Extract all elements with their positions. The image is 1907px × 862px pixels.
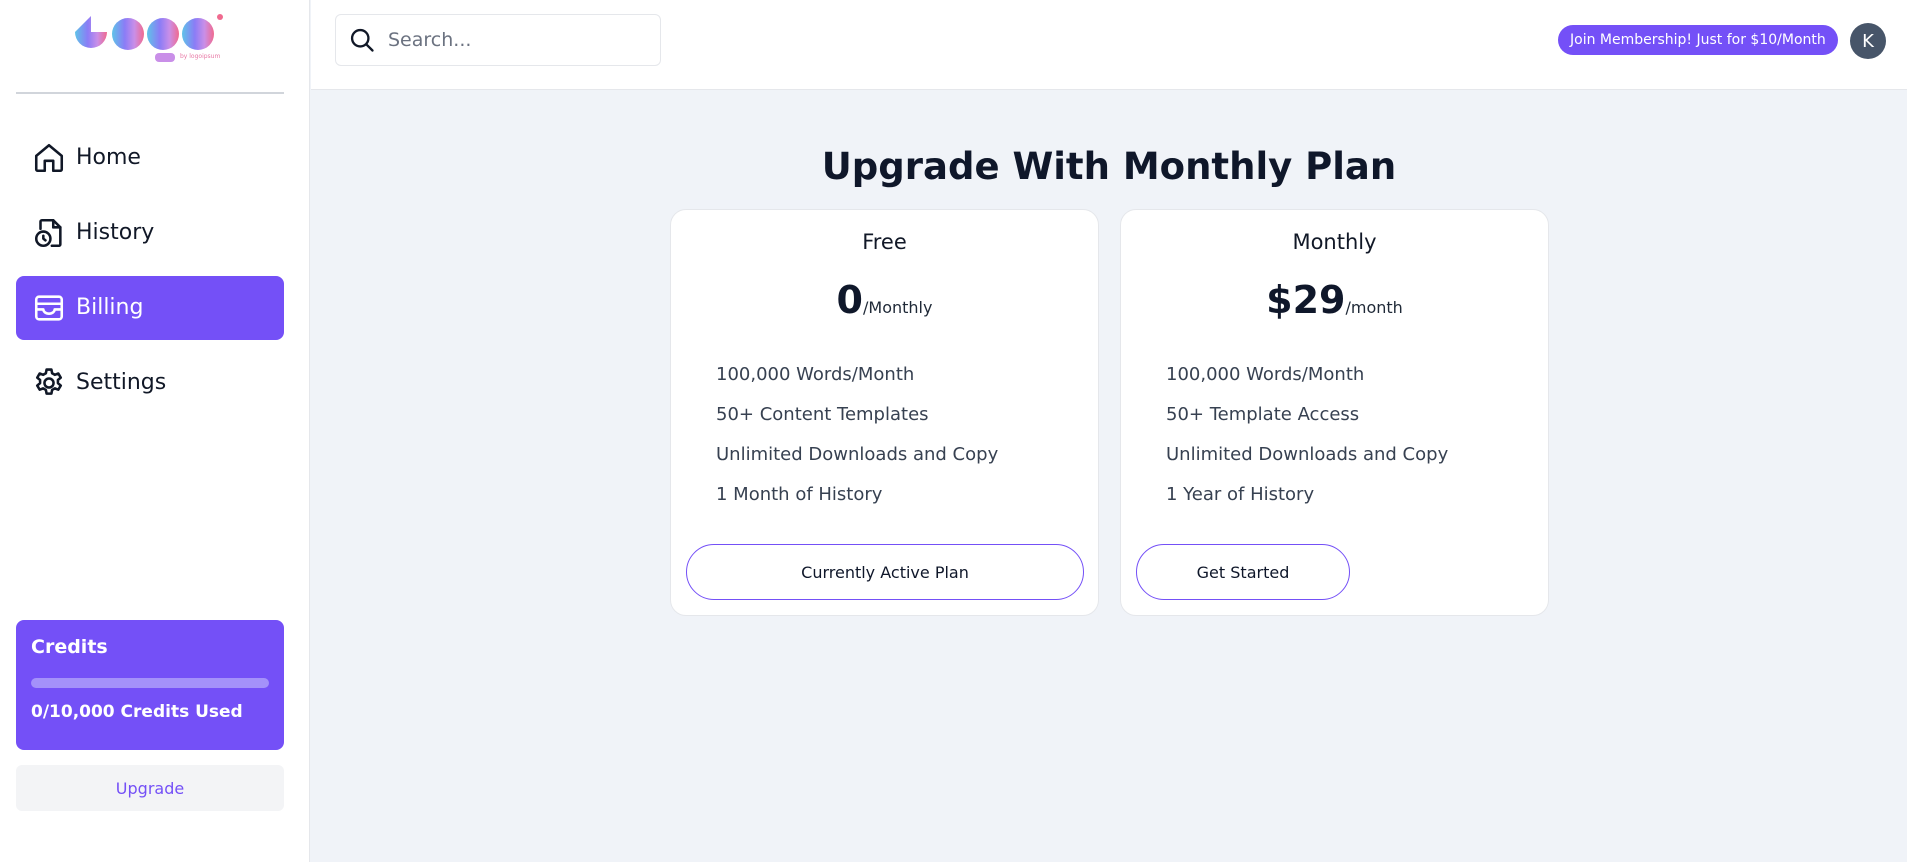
top-header: Join Membership! Just for $10/Month K xyxy=(311,0,1907,90)
wallet-icon xyxy=(34,295,64,321)
currently-active-plan-button[interactable]: Currently Active Plan xyxy=(686,544,1084,600)
plan-price: 0/Monthly xyxy=(671,278,1098,322)
plan-name: Monthly xyxy=(1292,230,1377,254)
credits-used-text: 0/10,000 Credits Used xyxy=(31,702,243,722)
feature-item: 1 Year of History xyxy=(1166,484,1315,505)
get-started-button[interactable]: Get Started xyxy=(1136,544,1350,600)
membership-badge[interactable]: Join Membership! Just for $10/Month xyxy=(1558,25,1838,55)
price-amount: $29 xyxy=(1266,278,1346,322)
credits-title: Credits xyxy=(31,636,108,658)
sidebar: by logoipsum Home History Billing Settin… xyxy=(0,0,310,862)
logo-subtext: by logoipsum xyxy=(180,53,221,60)
price-period: /month xyxy=(1345,298,1403,317)
upgrade-button[interactable]: Upgrade xyxy=(16,765,284,811)
feature-item: Unlimited Downloads and Copy xyxy=(1166,444,1449,465)
feature-item: 100,000 Words/Month xyxy=(1166,364,1365,385)
sidebar-item-settings[interactable]: Settings xyxy=(16,351,284,415)
sidebar-item-label: Settings xyxy=(76,370,167,395)
avatar[interactable]: K xyxy=(1850,23,1886,59)
history-file-icon xyxy=(34,218,62,248)
sidebar-divider xyxy=(16,92,284,94)
page-title: Upgrade With Monthly Plan xyxy=(821,145,1397,188)
plan-card-free: Free 0/Monthly 100,000 Words/Month 50+ C… xyxy=(670,209,1099,616)
feature-item: 1 Month of History xyxy=(716,484,883,505)
feature-list: 100,000 Words/Month 50+ Template Access … xyxy=(1166,355,1448,515)
price-period: /Monthly xyxy=(863,298,933,317)
feature-item: 50+ Content Templates xyxy=(716,404,929,425)
sidebar-item-label: History xyxy=(76,220,155,245)
credits-progress-bar xyxy=(31,678,269,688)
credits-card: Credits 0/10,000 Credits Used xyxy=(16,620,284,750)
sidebar-item-label: Home xyxy=(76,145,141,170)
sidebar-item-history[interactable]: History xyxy=(16,201,284,265)
plan-card-monthly: Monthly $29/month 100,000 Words/Month 50… xyxy=(1120,209,1549,616)
feature-list: 100,000 Words/Month 50+ Content Template… xyxy=(716,355,998,515)
plan-price: $29/month xyxy=(1121,278,1548,322)
sidebar-item-billing[interactable]: Billing xyxy=(16,276,284,340)
sidebar-item-home[interactable]: Home xyxy=(16,126,284,190)
home-icon xyxy=(34,143,64,173)
gear-icon xyxy=(35,368,63,395)
sidebar-item-label: Billing xyxy=(76,295,144,320)
feature-item: 50+ Template Access xyxy=(1166,404,1360,425)
feature-item: 100,000 Words/Month xyxy=(716,364,915,385)
plan-name: Free xyxy=(862,230,907,254)
search-input[interactable] xyxy=(388,29,648,51)
search-icon xyxy=(350,28,374,52)
feature-item: Unlimited Downloads and Copy xyxy=(716,444,999,465)
price-amount: 0 xyxy=(836,278,863,322)
search-box[interactable] xyxy=(335,14,661,66)
